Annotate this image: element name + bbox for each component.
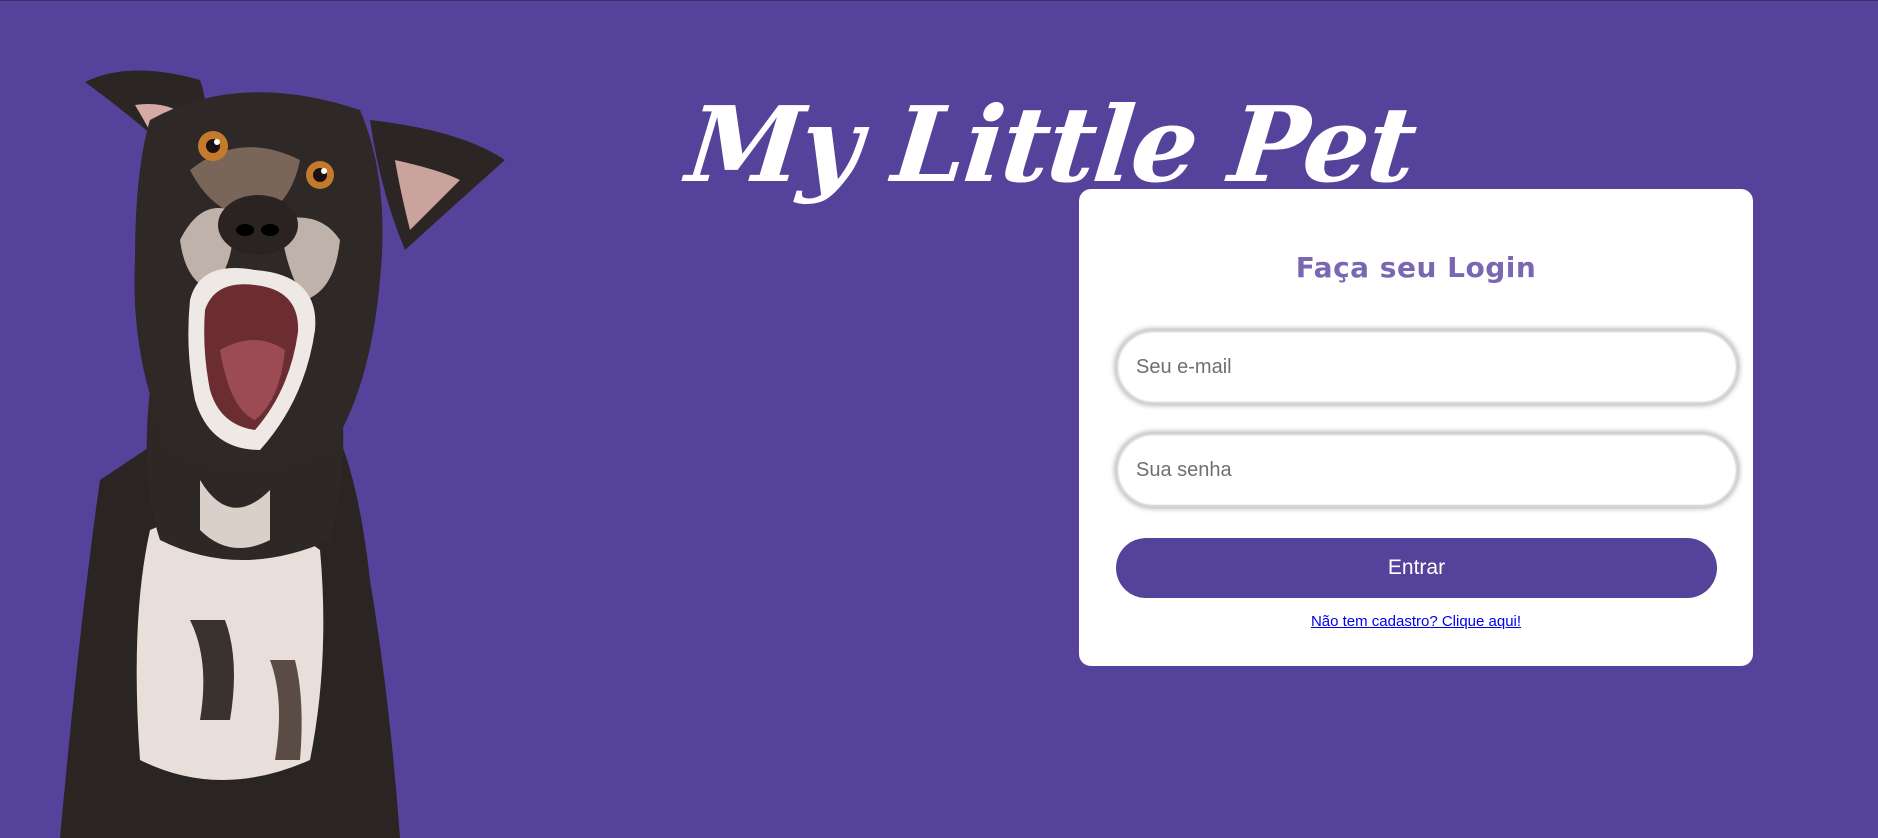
- login-title: Faça seu Login: [1295, 251, 1537, 284]
- login-button[interactable]: Entrar: [1116, 538, 1717, 598]
- email-input[interactable]: [1116, 330, 1738, 404]
- dog-image: [60, 70, 505, 838]
- top-border: [0, 0, 1878, 1]
- login-card: Faça seu Login Entrar Não tem cadastro? …: [1079, 189, 1753, 666]
- register-link-container: Não tem cadastro? Clique aqui!: [1079, 613, 1753, 630]
- password-input[interactable]: [1116, 433, 1738, 507]
- register-link[interactable]: Não tem cadastro? Clique aqui!: [1311, 613, 1521, 630]
